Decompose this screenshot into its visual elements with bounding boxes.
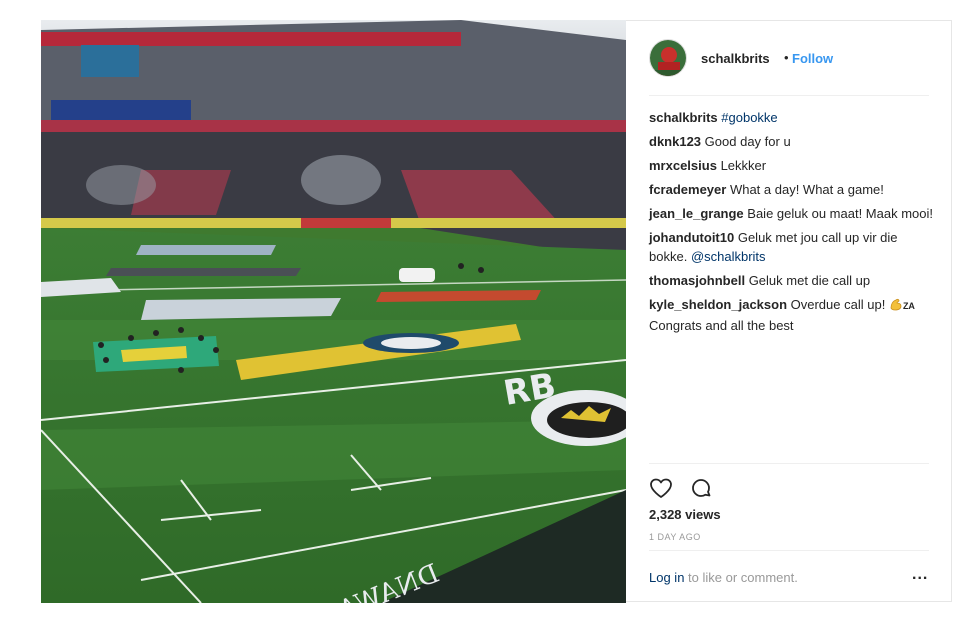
comment-text: Overdue call up! — [790, 297, 886, 312]
comment-text: Lekkker — [720, 158, 767, 173]
post-sidebar: schalkbrits • Follow schalkbrits #gobokk… — [626, 20, 952, 602]
comment-item: jean_le_grange Baie geluk ou maat! Maak … — [649, 204, 934, 223]
login-link[interactable]: Log in — [649, 570, 684, 585]
login-divider — [649, 550, 929, 551]
comment-item: dknk123 Good day for u — [649, 132, 934, 151]
action-bar — [649, 476, 713, 500]
comment-text: Good day for u — [704, 134, 791, 149]
flexed-biceps-icon — [890, 298, 902, 311]
caption-username[interactable]: schalkbrits — [649, 110, 718, 125]
comment-list: schalkbrits #gobokke dknk123 Good day fo… — [649, 108, 934, 340]
comment-mention[interactable]: @schalkbrits — [691, 249, 766, 264]
timestamp[interactable]: 1 DAY AGO — [649, 532, 701, 542]
actions-divider — [649, 463, 929, 464]
comment-item: mrxcelsius Lekkker — [649, 156, 934, 175]
comment-item: fcrademeyer What a day! What a game! — [649, 180, 934, 199]
comment-item: johandutoit10 Geluk met jou call up vir … — [649, 228, 934, 266]
caption: schalkbrits #gobokke — [649, 108, 934, 127]
header-separator: • — [784, 50, 789, 65]
heart-icon[interactable] — [649, 476, 673, 500]
comment-item: thomasjohnbell Geluk met die call up — [649, 271, 934, 290]
comment-text: Geluk met die call up — [748, 273, 871, 288]
login-text: to like or comment. — [688, 570, 798, 585]
avatar-image — [650, 40, 686, 76]
more-options-button[interactable]: ... — [912, 566, 928, 584]
comment-text: What a day! What a game! — [729, 182, 884, 197]
comment-username[interactable]: mrxcelsius — [649, 158, 717, 173]
login-prompt: Log in to like or comment. — [649, 570, 798, 585]
post-header: schalkbrits • Follow — [626, 20, 952, 94]
view-count: 2,328 views — [649, 507, 721, 522]
comment-text-continued: Congrats and all the best — [649, 318, 794, 333]
comment-suffix: ZA — [902, 301, 915, 311]
header-divider — [649, 95, 929, 96]
comment-username[interactable]: dknk123 — [649, 134, 701, 149]
post-username[interactable]: schalkbrits — [701, 51, 770, 66]
avatar[interactable] — [649, 39, 687, 77]
comment-username[interactable]: johandutoit10 — [649, 230, 734, 245]
comment-username[interactable]: kyle_sheldon_jackson — [649, 297, 787, 312]
comment-item: kyle_sheldon_jackson Overdue call up! ZA… — [649, 295, 934, 335]
comment-username[interactable]: thomasjohnbell — [649, 273, 745, 288]
comment-username[interactable]: fcrademeyer — [649, 182, 726, 197]
post-video[interactable]: RB DNAWASCO SIX — [41, 20, 626, 603]
caption-hashtag[interactable]: #gobokke — [721, 110, 777, 125]
comment-icon[interactable] — [689, 476, 713, 500]
comment-text: Baie geluk ou maat! Maak mooi! — [747, 206, 933, 221]
stadium-image: RB DNAWASCO SIX — [41, 20, 626, 603]
follow-button[interactable]: Follow — [792, 51, 833, 66]
comment-username[interactable]: jean_le_grange — [649, 206, 744, 221]
